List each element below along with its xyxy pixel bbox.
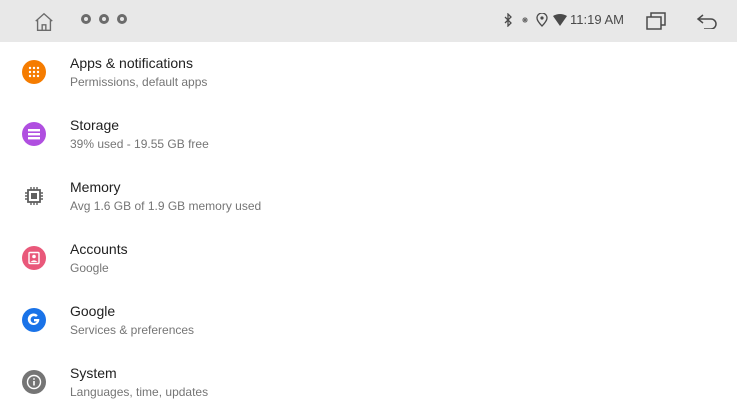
item-title: Google bbox=[70, 303, 116, 319]
location-icon bbox=[536, 13, 548, 27]
item-subtitle: Services & preferences bbox=[70, 323, 195, 337]
item-title: Memory bbox=[70, 179, 121, 195]
notification-dot-icon bbox=[99, 14, 109, 24]
item-title: Apps & notifications bbox=[70, 55, 193, 71]
notification-icons bbox=[80, 13, 128, 25]
list-item-memory[interactable]: Memory Avg 1.6 GB of 1.9 GB memory used bbox=[0, 166, 737, 228]
item-subtitle: Languages, time, updates bbox=[70, 385, 209, 399]
storage-icon bbox=[22, 122, 46, 146]
item-title: Storage bbox=[70, 117, 120, 133]
status-bar: 11:19 AM bbox=[0, 0, 737, 42]
list-item-apps[interactable]: Apps & notifications Permissions, defaul… bbox=[0, 42, 737, 104]
google-icon bbox=[22, 308, 46, 332]
item-subtitle: Google bbox=[70, 261, 109, 275]
list-item-accounts[interactable]: Accounts Google bbox=[0, 228, 737, 290]
item-title: System bbox=[70, 365, 117, 381]
back-icon[interactable] bbox=[696, 13, 718, 29]
accounts-icon bbox=[22, 246, 46, 270]
signal-icon bbox=[522, 17, 528, 23]
memory-icon bbox=[25, 187, 43, 205]
wifi-icon bbox=[553, 14, 567, 26]
notification-dot-icon bbox=[117, 14, 127, 24]
apps-icon bbox=[22, 60, 46, 84]
list-item-storage[interactable]: Storage 39% used - 19.55 GB free bbox=[0, 104, 737, 166]
item-subtitle: Avg 1.6 GB of 1.9 GB memory used bbox=[70, 199, 262, 213]
recents-icon[interactable] bbox=[646, 12, 666, 30]
home-icon[interactable] bbox=[33, 11, 55, 33]
item-title: Accounts bbox=[70, 241, 128, 257]
item-subtitle: Permissions, default apps bbox=[70, 75, 208, 89]
notification-dot-icon bbox=[81, 14, 91, 24]
status-time: 11:19 AM bbox=[570, 12, 624, 27]
item-subtitle: 39% used - 19.55 GB free bbox=[70, 137, 209, 151]
system-icon bbox=[22, 370, 46, 394]
list-item-google[interactable]: Google Services & preferences bbox=[0, 290, 737, 352]
bluetooth-icon bbox=[504, 13, 512, 27]
list-item-system[interactable]: System Languages, time, updates bbox=[0, 352, 737, 414]
